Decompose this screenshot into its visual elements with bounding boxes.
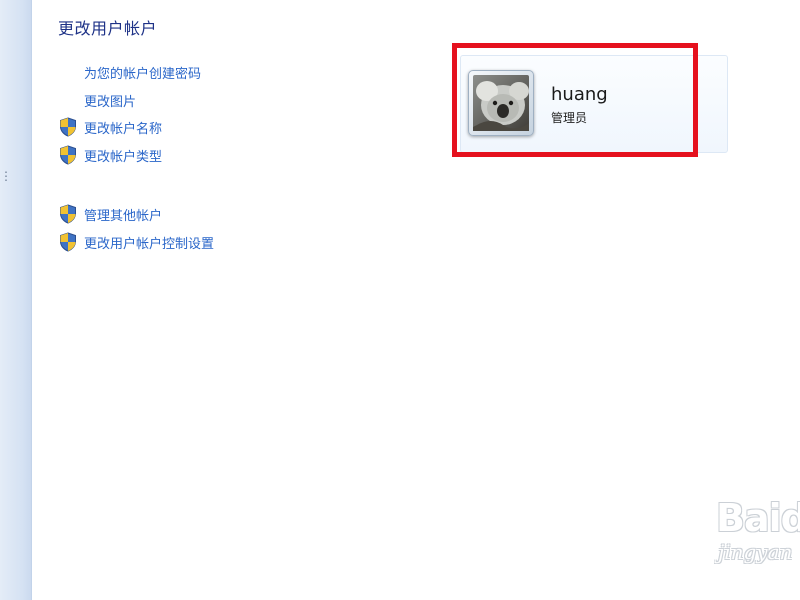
manage-other-accounts-link[interactable]: 管理其他帐户	[59, 204, 162, 224]
change-account-type-label: 更改帐户类型	[84, 149, 163, 165]
navigation-pane: ⋮	[0, 0, 32, 600]
uac-settings-label: 更改用户帐户控制设置	[84, 236, 215, 252]
user-role: 管理员	[551, 111, 588, 125]
user-avatar[interactable]	[468, 70, 534, 136]
create-password-link[interactable]: 为您的帐户创建密码	[84, 62, 201, 82]
user-name: huang	[551, 84, 608, 105]
uac-shield-icon	[59, 204, 77, 224]
uac-shield-icon	[59, 232, 77, 252]
koala-picture-icon	[473, 75, 529, 131]
manage-other-accounts-label: 管理其他帐户	[84, 208, 163, 224]
uac-shield-icon	[59, 117, 77, 137]
baidu-jingyan-watermark: Baidu jingyan	[714, 496, 800, 576]
create-password-label: 为您的帐户创建密码	[84, 66, 202, 82]
uac-settings-link[interactable]: 更改用户帐户控制设置	[59, 232, 214, 252]
page-title: 更改用户帐户	[58, 19, 158, 38]
change-account-name-link[interactable]: 更改帐户名称	[59, 117, 162, 137]
watermark-subtext: jingyan	[718, 540, 793, 564]
change-account-name-label: 更改帐户名称	[84, 121, 163, 137]
change-picture-label: 更改图片	[84, 94, 137, 110]
navigation-pane-edge	[31, 0, 32, 600]
change-account-type-link[interactable]: 更改帐户类型	[59, 145, 162, 165]
watermark-logo: Baidu	[716, 496, 800, 540]
navigation-pane-edge-glyph: ⋮	[0, 169, 12, 183]
uac-shield-icon	[59, 145, 77, 165]
change-picture-link[interactable]: 更改图片	[84, 90, 136, 110]
